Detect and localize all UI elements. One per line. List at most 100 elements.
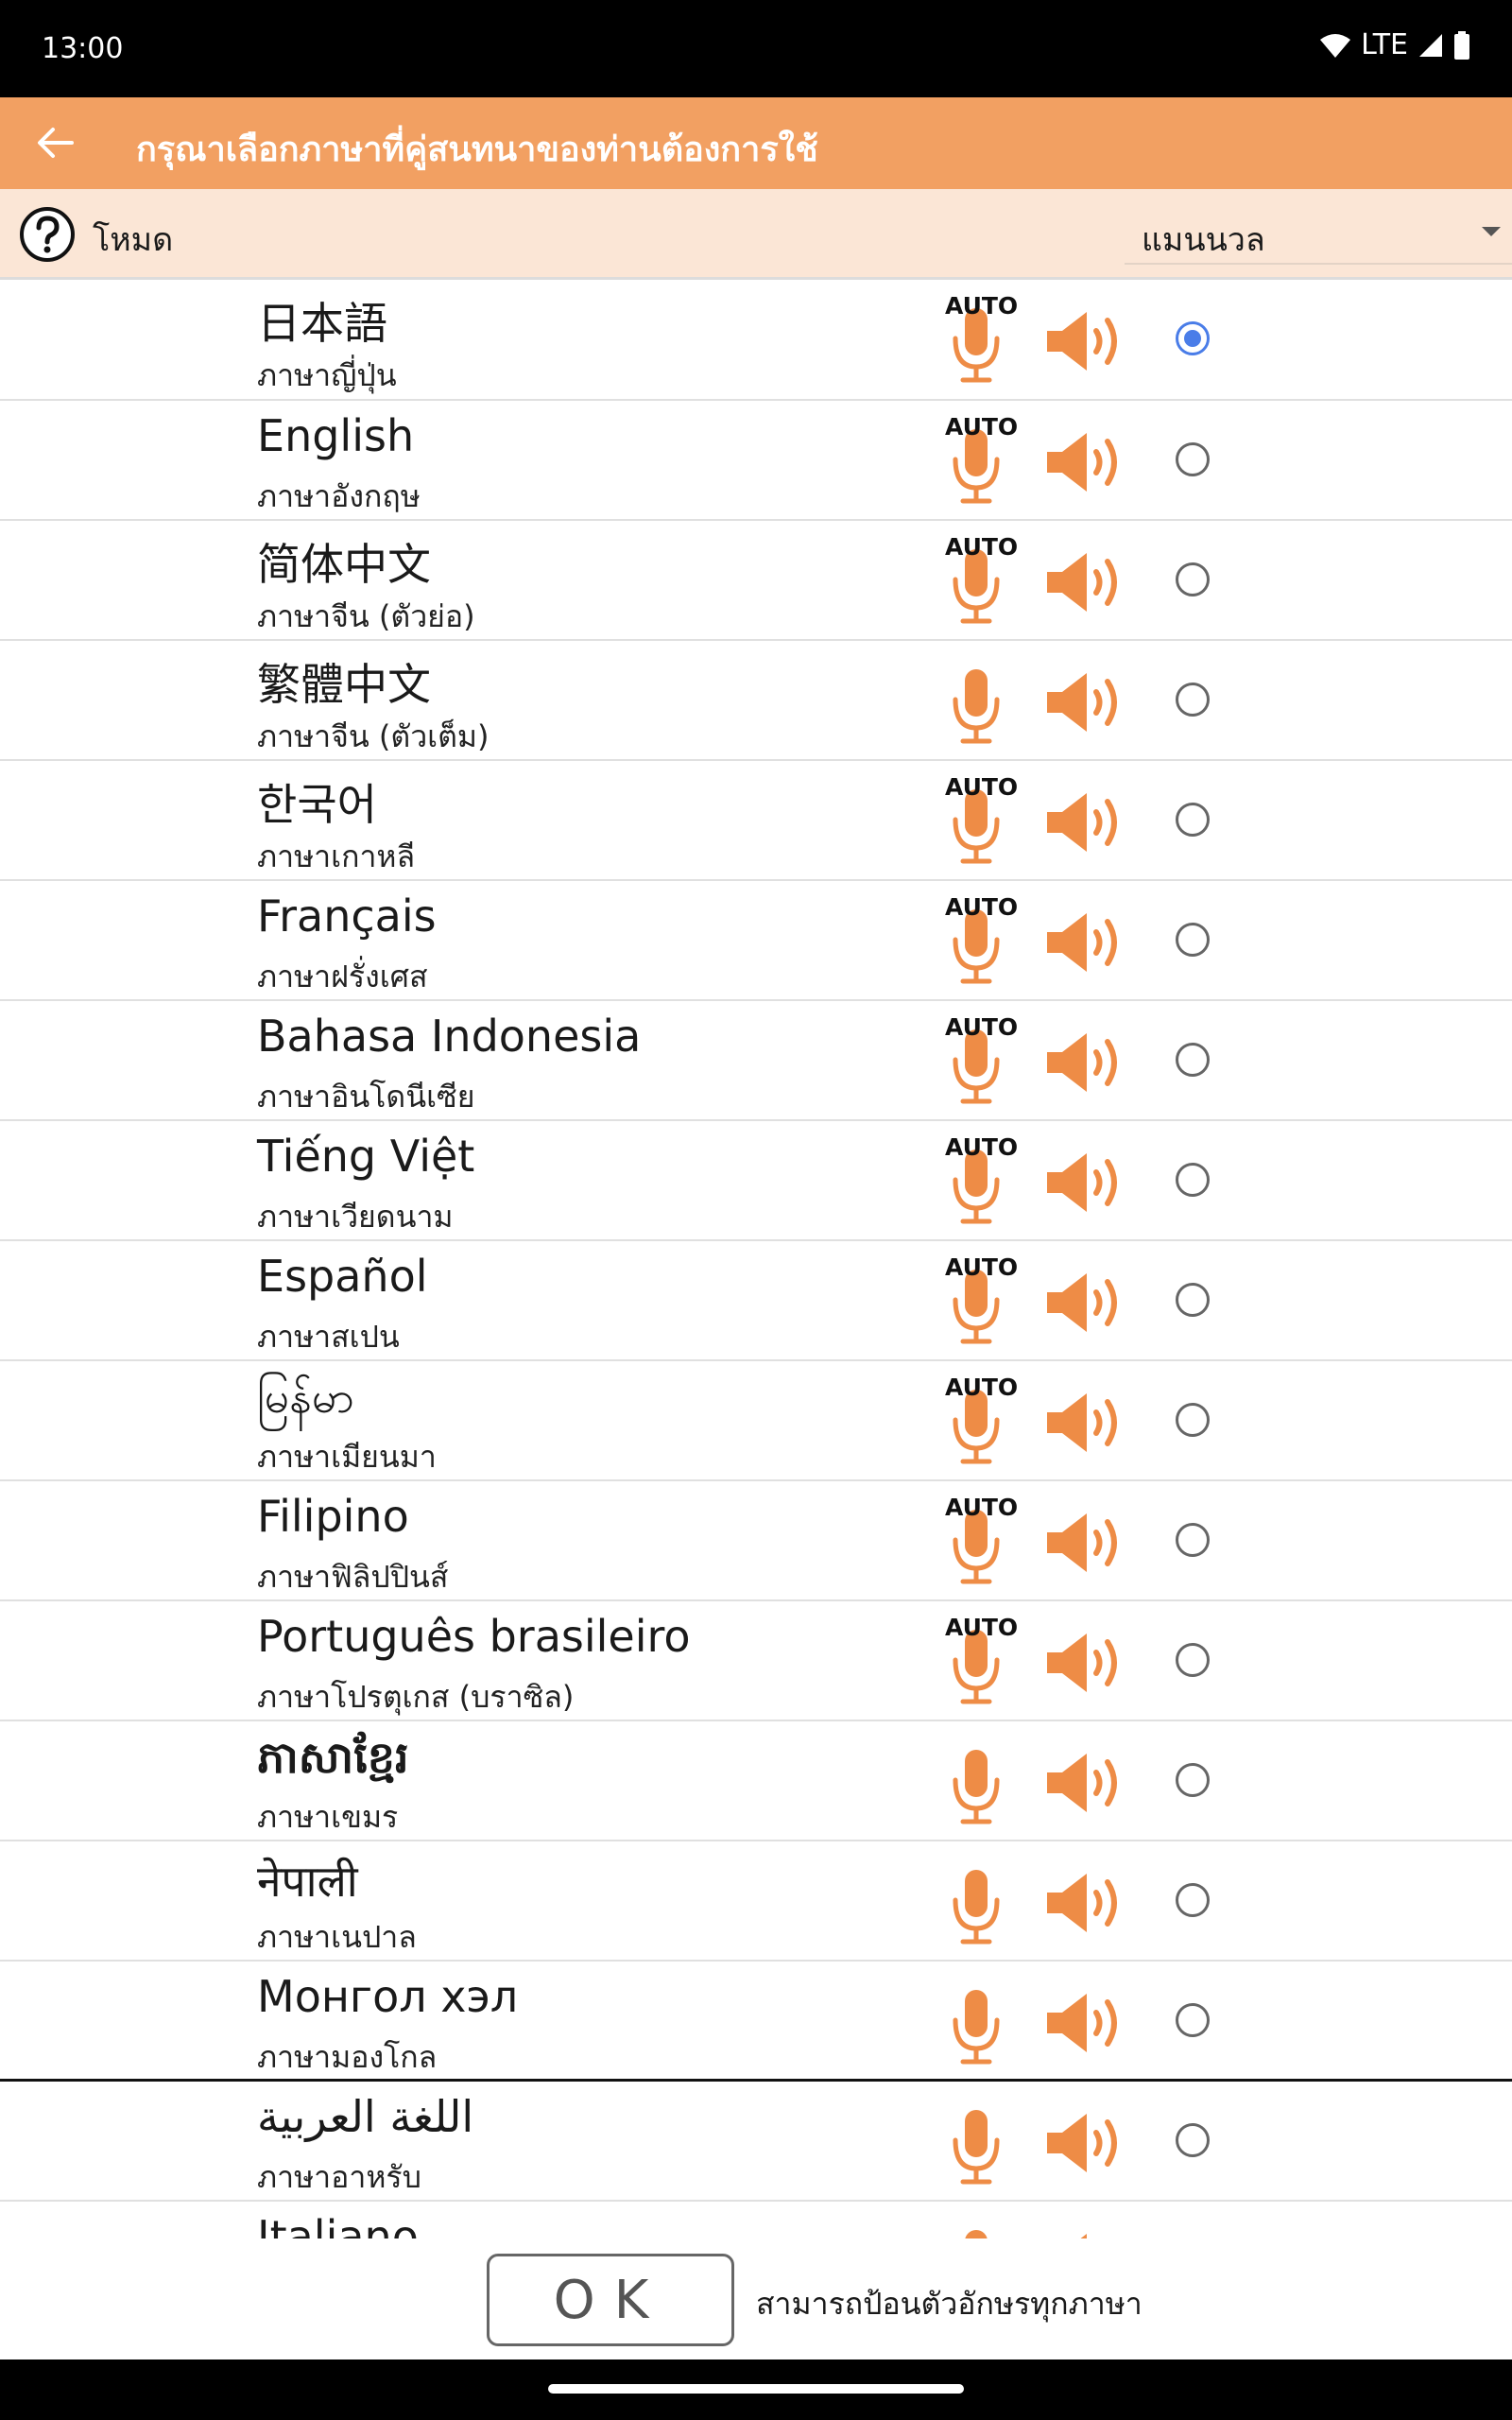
language-radio[interactable] (1176, 2003, 1210, 2037)
speaker-button[interactable] (1045, 1029, 1130, 1096)
microphone-button[interactable] (945, 1855, 1007, 1949)
speaker-button[interactable] (1045, 1870, 1130, 1936)
language-native-name: 繁體中文 (257, 659, 431, 710)
speaker-button[interactable] (1045, 1750, 1130, 1816)
microphone-button[interactable]: AUTO (945, 1134, 1018, 1229)
language-radio[interactable] (1176, 1283, 1210, 1317)
language-row[interactable]: Português brasileiro ภาษาโปรตุเกส (บราซิ… (0, 1601, 1512, 1721)
speaker-button[interactable] (1045, 549, 1130, 615)
language-radio[interactable] (1176, 442, 1210, 476)
wifi-icon (1320, 33, 1351, 58)
speaker-icon (1047, 1033, 1117, 1092)
speaker-button[interactable] (1045, 1630, 1130, 1696)
speaker-icon (1047, 793, 1117, 852)
auto-badge: AUTO (945, 1494, 1019, 1521)
language-row[interactable]: English ภาษาอังกฤษ AUTO (0, 401, 1512, 521)
language-radio[interactable] (1176, 1403, 1210, 1437)
speaker-button[interactable] (1045, 308, 1130, 374)
speaker-button[interactable] (1045, 2230, 1130, 2238)
microphone-button[interactable]: AUTO (945, 1374, 1019, 1469)
speaker-icon (1047, 553, 1117, 612)
microphone-button[interactable] (945, 2095, 1007, 2189)
speaker-button[interactable] (1045, 2110, 1130, 2176)
language-row[interactable]: 한국어 ภาษาเกาหลี AUTO (0, 761, 1512, 881)
language-row[interactable]: မြန်မာ ภาษาเมียนมา AUTO (0, 1361, 1512, 1481)
microphone-button[interactable]: AUTO (945, 774, 1018, 869)
microphone-button[interactable]: AUTO (945, 1254, 1018, 1349)
language-row[interactable]: ភាសាខ្មែរ ภาษาเขมร (0, 1721, 1512, 1841)
microphone-button[interactable] (945, 654, 1007, 749)
microphone-icon (953, 1750, 1000, 1824)
language-radio[interactable] (1176, 321, 1210, 355)
microphone-button[interactable]: AUTO (945, 1014, 1018, 1109)
language-row[interactable]: Filipino ภาษาฟิลิปปินส์ AUTO (0, 1481, 1512, 1601)
language-native-name: Português brasileiro (257, 1611, 691, 1662)
language-radio[interactable] (1176, 923, 1210, 957)
language-thai-name: ภาษาจีน (ตัวย่อ) (257, 598, 475, 634)
speaker-button[interactable] (1045, 1150, 1130, 1216)
microphone-button[interactable]: AUTO (945, 1494, 1019, 1589)
microphone-button[interactable] (945, 2215, 1007, 2238)
language-thai-name: ภาษาเมียนมา (257, 1439, 437, 1475)
microphone-icon (953, 669, 1000, 744)
language-radio[interactable] (1176, 803, 1210, 837)
speaker-button[interactable] (1045, 1390, 1130, 1456)
language-radio[interactable] (1176, 1883, 1210, 1917)
speaker-button[interactable] (1045, 429, 1130, 495)
auto-badge: AUTO (945, 413, 1019, 441)
microphone-button[interactable]: AUTO (945, 413, 1019, 509)
help-icon[interactable] (19, 206, 76, 263)
language-thai-name: ภาษามองโกล (257, 2039, 438, 2075)
ok-button[interactable]: OK (487, 2254, 734, 2346)
language-row[interactable]: اللغة العربية ภาษาอาหรับ (0, 2082, 1512, 2202)
language-native-name: नेपाली (257, 1856, 358, 1907)
language-radio[interactable] (1176, 1043, 1210, 1077)
language-row[interactable]: Español ภาษาสเปน AUTO (0, 1241, 1512, 1361)
language-native-name: Tiếng Việt (257, 1131, 475, 1182)
language-row[interactable]: 简体中文 ภาษาจีน (ตัวย่อ) AUTO (0, 521, 1512, 641)
home-handle[interactable] (548, 2384, 964, 2394)
page-title: กรุณาเลือกภาษาที่คู่สนทนาของท่านต้องการใ… (136, 130, 818, 169)
speaker-button[interactable] (1045, 1990, 1130, 2056)
microphone-button[interactable] (945, 1975, 1007, 2069)
microphone-icon (953, 2110, 1000, 2185)
language-radio[interactable] (1176, 1763, 1210, 1797)
microphone-button[interactable]: AUTO (945, 534, 1018, 629)
speaker-button[interactable] (1045, 1270, 1130, 1336)
speaker-button[interactable] (1045, 909, 1130, 976)
speaker-icon (1047, 1874, 1117, 1932)
language-native-name: Français (257, 890, 437, 942)
language-native-name: 日本語 (257, 298, 387, 349)
microphone-button[interactable]: AUTO (945, 292, 1019, 388)
speaker-button[interactable] (1045, 1510, 1130, 1576)
language-radio[interactable] (1176, 1523, 1210, 1557)
speaker-icon (1047, 1153, 1117, 1212)
language-radio[interactable] (1176, 683, 1210, 717)
language-row[interactable]: Italiano ภาษาอิตาลี (0, 2202, 1512, 2238)
language-row[interactable]: Bahasa Indonesia ภาษาอินโดนีเซีย AUTO (0, 1001, 1512, 1121)
speaker-button[interactable] (1045, 789, 1130, 856)
language-radio[interactable] (1176, 1163, 1210, 1197)
auto-badge: AUTO (945, 1374, 1019, 1401)
auto-badge: AUTO (945, 292, 1019, 320)
language-row[interactable]: Tiếng Việt ภาษาเวียดนาม AUTO (0, 1121, 1512, 1241)
network-label: LTE (1361, 28, 1408, 61)
microphone-button[interactable]: AUTO (945, 894, 1018, 989)
language-row[interactable]: 繁體中文 ภาษาจีน (ตัวเต็ม) (0, 641, 1512, 761)
language-radio[interactable] (1176, 1643, 1210, 1677)
language-radio[interactable] (1176, 562, 1210, 596)
language-row[interactable]: नेपाली ภาษาเนปาล (0, 1841, 1512, 1962)
microphone-button[interactable]: AUTO (945, 1615, 1018, 1709)
back-button[interactable] (25, 112, 85, 173)
mode-dropdown[interactable]: แมนนวล (1125, 202, 1512, 265)
language-list[interactable]: 日本語 ภาษาญี่ปุ่น AUTO English ภาษาอังกฤษ (0, 280, 1512, 2238)
language-native-name: Filipino (257, 1491, 409, 1542)
language-radio[interactable] (1176, 2123, 1210, 2157)
language-row[interactable]: Монгол хэл ภาษามองโกล (0, 1962, 1512, 2082)
language-row[interactable]: 日本語 ภาษาญี่ปุ่น AUTO (0, 280, 1512, 401)
microphone-button[interactable] (945, 1735, 1007, 1829)
speaker-button[interactable] (1045, 669, 1130, 735)
speaker-icon (1047, 1634, 1117, 1692)
signal-icon (1419, 33, 1442, 57)
language-row[interactable]: Français ภาษาฝรั่งเศส AUTO (0, 881, 1512, 1001)
